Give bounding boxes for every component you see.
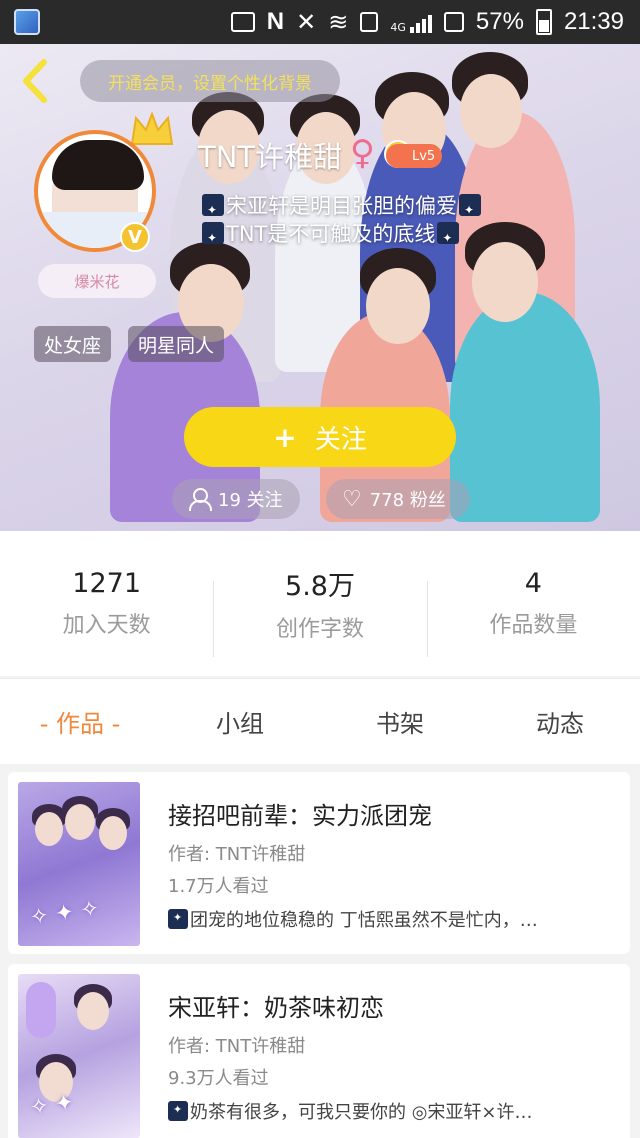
bio: 宋亚轩是明目张胆的偏爱 TNT是不可触及的底线 xyxy=(200,192,483,252)
crown-icon xyxy=(130,111,174,145)
plus-icon: + xyxy=(273,420,297,454)
tag-zodiac[interactable]: 处女座 xyxy=(34,326,112,362)
stat-words: 5.8万 创作字数 xyxy=(213,531,426,676)
sparkle-icon xyxy=(202,194,224,224)
n-icon: N xyxy=(266,8,285,35)
sim-icon xyxy=(360,12,379,32)
verified-badge-icon: V xyxy=(120,222,150,252)
data-icon xyxy=(443,12,464,32)
tag-category[interactable]: 明星同人 xyxy=(128,326,225,362)
stat-value: 5.8万 xyxy=(285,571,355,602)
stat-label: 加入天数 xyxy=(62,613,151,638)
work-description-text: 团宠的地位稳稳的 丁恬熙虽然不是忙内，… xyxy=(190,910,538,931)
sparkle-icon xyxy=(168,1101,188,1121)
work-description: 团宠的地位稳稳的 丁恬熙虽然不是忙内，… xyxy=(168,906,608,932)
tab-bookshelf[interactable]: 书架 xyxy=(320,704,480,739)
work-title[interactable]: 接招吧前辈：实力派团宠 xyxy=(168,796,432,831)
works-list: ✧ ✦ ✧ 接招吧前辈：实力派团宠 作者: TNT许稚甜 1.7万人看过 团宠的… xyxy=(0,766,640,1138)
battery-percent: 57% xyxy=(475,8,524,35)
bio-line-2: TNT是不可触及的底线 xyxy=(226,222,436,246)
work-card[interactable]: ✧ ✦ 宋亚轩：奶茶味初恋 作者: TNT许稚甜 9.3万人看过 奶茶有很多，可… xyxy=(8,964,630,1138)
sparkle-icon xyxy=(168,909,188,929)
following-label: 19 关注 xyxy=(218,490,283,511)
work-description: 奶茶有很多，可我只要你的 ◎宋亚轩×许… xyxy=(168,1098,608,1124)
work-views: 1.7万人看过 xyxy=(168,876,269,897)
sparkle-icon xyxy=(459,194,481,224)
username: TNT许稚甜 xyxy=(198,140,343,174)
work-description-text: 奶茶有很多，可我只要你的 ◎宋亚轩×许… xyxy=(190,1102,533,1123)
level-badge: Lv5 xyxy=(386,144,442,168)
follow-button[interactable]: + 关注 xyxy=(184,407,456,467)
cast-icon xyxy=(230,12,255,32)
fans-count[interactable]: ♡ 778 粉丝 xyxy=(326,479,470,519)
book-cover[interactable]: ✧ ✦ ✧ xyxy=(18,782,140,946)
profile-stats: 1271 加入天数 5.8万 创作字数 4 作品数量 xyxy=(0,531,640,676)
follow-label: 关注 xyxy=(314,424,367,455)
clock: 21:39 xyxy=(563,8,624,35)
cover-art-text: ✧ ✦ xyxy=(28,1090,76,1121)
mute-icon: ✕ xyxy=(296,8,317,36)
stat-label: 作品数量 xyxy=(489,613,578,638)
signal-icon: 4G xyxy=(390,11,432,33)
tab-works[interactable]: - 作品 - xyxy=(0,704,160,739)
work-author: 作者: TNT许稚甜 xyxy=(168,844,306,865)
tab-activity[interactable]: 动态 xyxy=(480,704,640,739)
user-icon xyxy=(188,488,212,511)
bio-line-1: 宋亚轩是明目张胆的偏爱 xyxy=(226,194,457,218)
sparkle-icon xyxy=(437,222,460,252)
popcorn-badge: 爆米花 xyxy=(38,264,156,298)
female-icon: ♀ xyxy=(350,133,375,173)
back-arrow-icon[interactable] xyxy=(18,58,52,104)
stat-value: 4 xyxy=(524,568,542,599)
fans-label: 778 粉丝 xyxy=(369,490,446,511)
book-cover[interactable]: ✧ ✦ xyxy=(18,974,140,1138)
following-count[interactable]: 19 关注 xyxy=(172,479,300,519)
work-card[interactable]: ✧ ✦ ✧ 接招吧前辈：实力派团宠 作者: TNT许稚甜 1.7万人看过 团宠的… xyxy=(8,772,630,954)
tab-groups[interactable]: 小组 xyxy=(160,704,320,739)
wifi-icon: ≋ xyxy=(328,8,349,36)
work-views: 9.3万人看过 xyxy=(168,1068,269,1089)
sparkle-icon xyxy=(202,222,224,252)
cover-art-text: ✧ ✦ ✧ xyxy=(28,896,101,931)
status-bar: N ✕ ≋ 4G 57% 21:39 xyxy=(0,0,640,44)
profile-header: 开通会员，设置个性化背景 V 爆米花 TNT许稚甜 ♀ Lv5 宋亚轩是明目张胆… xyxy=(0,44,640,531)
stat-value: 1271 xyxy=(72,568,142,599)
profile-tabs: - 作品 - 小组 书架 动态 xyxy=(0,678,640,764)
heart-icon: ♡ xyxy=(342,486,362,512)
work-title[interactable]: 宋亚轩：奶茶味初恋 xyxy=(168,988,384,1023)
battery-icon xyxy=(535,9,552,35)
app-notification-icon xyxy=(14,9,40,35)
stat-label: 创作字数 xyxy=(275,617,364,642)
stat-works: 4 作品数量 xyxy=(426,531,640,676)
stat-days: 1271 加入天数 xyxy=(0,531,213,676)
vip-background-prompt[interactable]: 开通会员，设置个性化背景 xyxy=(80,60,340,102)
work-author: 作者: TNT许稚甜 xyxy=(168,1036,306,1057)
